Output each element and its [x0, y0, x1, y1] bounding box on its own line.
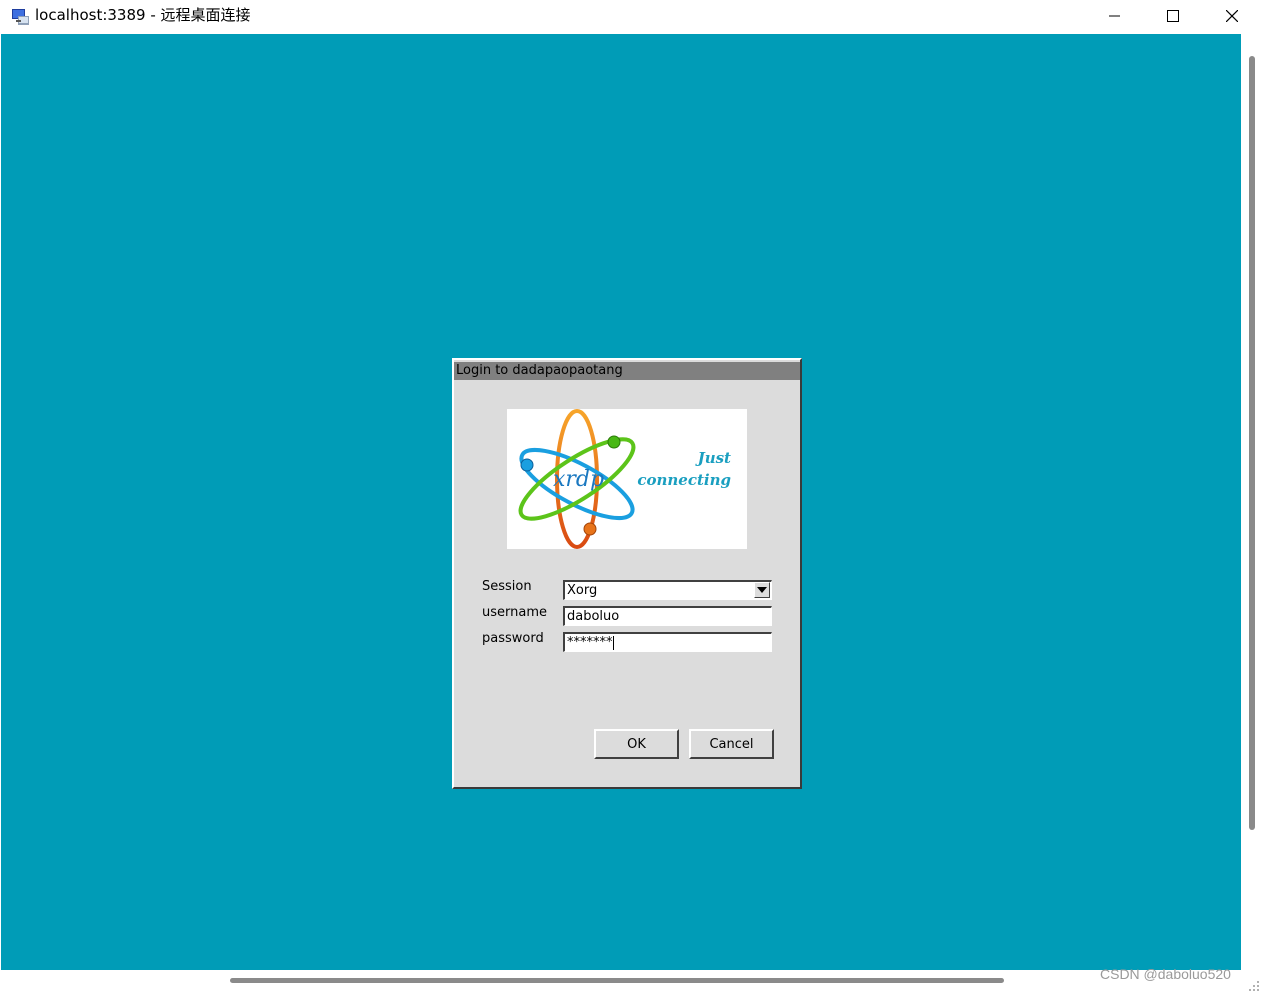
close-icon — [1226, 10, 1238, 22]
username-value: daboluo — [567, 609, 620, 624]
cancel-button[interactable]: Cancel — [689, 729, 774, 759]
watermark: CSDN @daboluo520 — [1100, 966, 1231, 982]
window-title: localhost:3389 - 远程桌面连接 — [35, 6, 251, 24]
close-button[interactable] — [1203, 0, 1261, 32]
username-label: username — [482, 605, 547, 620]
remote-desktop-icon — [11, 7, 31, 27]
password-value: ******* — [567, 635, 613, 650]
password-input[interactable]: ******* — [563, 632, 772, 652]
ok-button[interactable]: OK — [594, 729, 679, 759]
chevron-down-icon — [757, 587, 767, 593]
maximize-icon — [1167, 10, 1179, 22]
logo-tagline-1: Just — [695, 449, 731, 467]
maximize-button[interactable] — [1144, 0, 1202, 32]
window-titlebar: localhost:3389 - 远程桌面连接 — [0, 0, 1263, 34]
vertical-scroll-thumb[interactable] — [1249, 56, 1255, 830]
dropdown-button[interactable] — [754, 582, 770, 598]
text-cursor — [612, 635, 614, 650]
login-dialog: Login to dadapaopaotang xrdp Just connec… — [452, 358, 802, 789]
logo-brand-text: xrdp — [553, 467, 604, 492]
password-label: password — [482, 631, 544, 646]
resize-grip-icon[interactable] — [1246, 977, 1260, 991]
minimize-icon — [1109, 15, 1120, 17]
xrdp-logo: xrdp Just connecting — [507, 409, 747, 549]
logo-tagline-2: connecting — [637, 471, 731, 489]
username-input[interactable]: daboluo — [563, 606, 772, 626]
session-value: Xorg — [567, 583, 598, 598]
minimize-button[interactable] — [1086, 0, 1144, 32]
session-label: Session — [482, 579, 532, 594]
session-select[interactable]: Xorg — [563, 580, 772, 600]
horizontal-scroll-thumb[interactable] — [230, 978, 1004, 983]
dialog-title: Login to dadapaopaotang — [454, 362, 800, 380]
